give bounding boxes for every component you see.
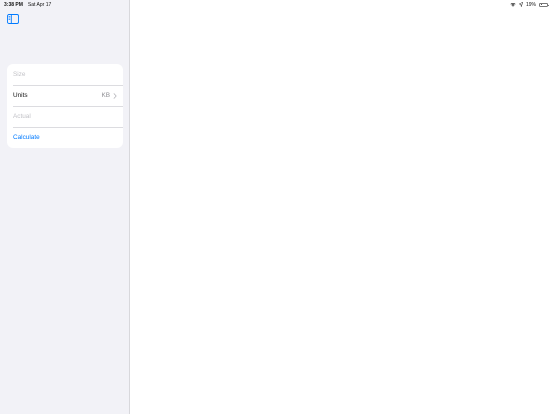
actual-row bbox=[7, 106, 123, 127]
status-left: 3:38 PM Sat Apr 17 bbox=[4, 2, 51, 8]
actual-input[interactable] bbox=[13, 113, 117, 120]
detail-pane bbox=[130, 0, 552, 414]
calculate-row[interactable]: Calculate bbox=[7, 127, 123, 148]
screen: 3:38 PM Sat Apr 17 19% Size Units KB Act… bbox=[0, 0, 552, 414]
units-value: KB bbox=[101, 92, 110, 99]
sidebar: Units KB Calculate bbox=[0, 0, 130, 414]
units-label: Units bbox=[13, 92, 28, 99]
size-input[interactable] bbox=[13, 71, 117, 78]
status-bar: 3:38 PM Sat Apr 17 19% bbox=[0, 0, 552, 10]
battery-icon bbox=[539, 2, 549, 7]
status-right: 19% bbox=[510, 1, 549, 8]
sidebar-toggle-icon[interactable] bbox=[7, 14, 19, 24]
status-time: 3:38 PM bbox=[4, 2, 23, 8]
battery-percent: 19% bbox=[525, 1, 536, 8]
status-date: Sat Apr 17 bbox=[27, 2, 52, 8]
wifi-icon bbox=[510, 3, 516, 7]
size-row bbox=[7, 64, 123, 85]
location-icon bbox=[518, 2, 523, 7]
calculate-button[interactable]: Calculate bbox=[13, 134, 40, 141]
units-row[interactable]: Units KB bbox=[7, 85, 123, 106]
calculator-form: Units KB Calculate bbox=[7, 64, 123, 148]
battery-level-fill bbox=[540, 4, 542, 5]
chevron-right-icon bbox=[113, 92, 117, 99]
